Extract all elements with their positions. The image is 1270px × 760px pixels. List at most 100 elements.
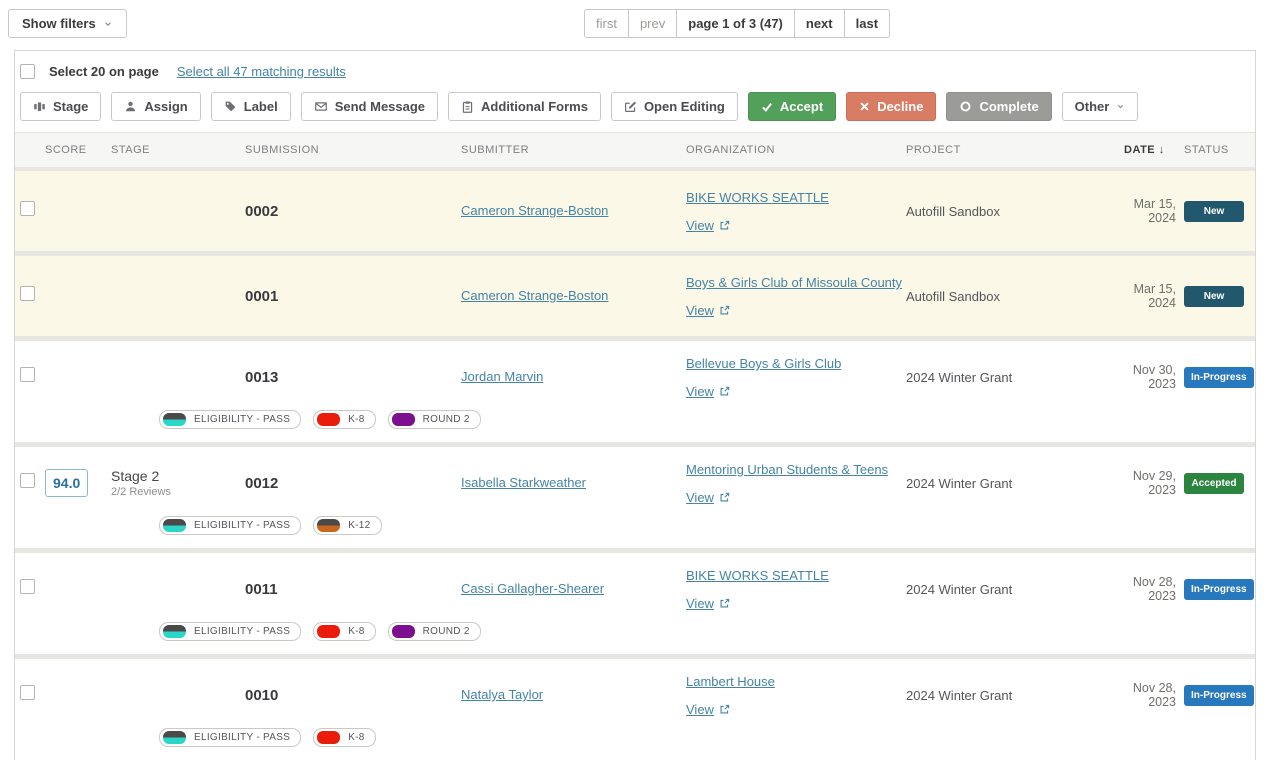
select-all-matching-link[interactable]: Select all 47 matching results <box>177 64 346 79</box>
view-link[interactable]: View <box>686 596 714 611</box>
organization-link[interactable]: BIKE WORKS SEATTLE <box>686 568 829 583</box>
organization-link[interactable]: BIKE WORKS SEATTLE <box>686 190 829 205</box>
header-project[interactable]: PROJECT <box>906 144 1106 156</box>
status-badge: In-Progress <box>1184 367 1254 388</box>
other-button[interactable]: Other <box>1062 92 1139 121</box>
label-text: ELIGIBILITY - PASS <box>194 732 290 743</box>
header-date-label: DATE <box>1124 144 1155 156</box>
table-row[interactable]: 0002 Cameron Strange-Boston BIKE WORKS S… <box>15 171 1255 251</box>
label-chip: K-8 <box>313 622 375 641</box>
table-row[interactable]: 0001 Cameron Strange-Boston Boys & Girls… <box>15 256 1255 336</box>
view-link[interactable]: View <box>686 384 714 399</box>
status-badge: Accepted <box>1184 473 1244 494</box>
show-filters-label: Show filters <box>22 16 96 31</box>
complete-button[interactable]: Complete <box>946 92 1051 121</box>
pagination-last-button[interactable]: last <box>844 9 890 38</box>
organization-link[interactable]: Lambert House <box>686 674 775 689</box>
header-stage[interactable]: STAGE <box>101 144 241 156</box>
x-icon <box>859 101 870 112</box>
header-submitter[interactable]: SUBMITTER <box>461 144 686 156</box>
select-all-on-page-checkbox[interactable] <box>20 64 35 79</box>
project-name: 2024 Winter Grant <box>906 688 1106 703</box>
send-message-button[interactable]: Send Message <box>301 92 438 121</box>
row-checkbox[interactable] <box>20 685 35 700</box>
score-value[interactable]: 94.0 <box>45 469 88 497</box>
stage-name: Stage 2 <box>111 468 241 484</box>
table-row[interactable]: 0011 Cassi Gallagher-Shearer BIKE WORKS … <box>15 553 1255 654</box>
header-date[interactable]: DATE ↓ <box>1106 144 1176 156</box>
date-value: Nov 28, 2023 <box>1106 575 1176 603</box>
label-text: ROUND 2 <box>423 414 470 425</box>
submitter-link[interactable]: Isabella Starkweather <box>461 475 586 490</box>
table-row[interactable]: 0013 Jordan Marvin Bellevue Boys & Girls… <box>15 341 1255 442</box>
date-value: Nov 28, 2023 <box>1106 681 1176 709</box>
pagination-prev-button[interactable]: prev <box>628 9 677 38</box>
row-checkbox[interactable] <box>20 473 35 488</box>
row-checkbox[interactable] <box>20 286 35 301</box>
external-link-icon <box>719 386 730 397</box>
submission-id[interactable]: 0013 <box>241 369 461 386</box>
submitter-link[interactable]: Cameron Strange-Boston <box>461 203 608 218</box>
submission-id[interactable]: 0001 <box>241 288 461 305</box>
header-organization[interactable]: ORGANIZATION <box>686 144 906 156</box>
header-status[interactable]: STATUS <box>1176 144 1255 156</box>
decline-button-label: Decline <box>877 99 923 114</box>
pagination-first-button[interactable]: first <box>584 9 629 38</box>
view-link[interactable]: View <box>686 702 714 717</box>
project-name: 2024 Winter Grant <box>906 370 1106 385</box>
edit-icon <box>624 100 637 113</box>
envelope-icon <box>314 100 328 113</box>
decline-button[interactable]: Decline <box>846 92 936 121</box>
label-color-swatch <box>317 625 340 638</box>
header-submission[interactable]: SUBMISSION <box>241 144 461 156</box>
external-link-icon <box>719 305 730 316</box>
submitter-link[interactable]: Cassi Gallagher-Shearer <box>461 581 604 596</box>
submission-id[interactable]: 0011 <box>241 581 461 598</box>
date-value: Mar 15, 2024 <box>1106 282 1176 310</box>
view-link[interactable]: View <box>686 218 714 233</box>
row-checkbox[interactable] <box>20 201 35 216</box>
top-bar: Show filters first prev page 1 of 3 (47)… <box>0 0 1270 50</box>
submitter-link[interactable]: Natalya Taylor <box>461 687 543 702</box>
accept-button-label: Accept <box>780 99 823 114</box>
label-text: K-8 <box>348 626 364 637</box>
submission-id[interactable]: 0012 <box>241 475 461 492</box>
row-checkbox[interactable] <box>20 367 35 382</box>
organization-link[interactable]: Bellevue Boys & Girls Club <box>686 356 841 371</box>
table-row[interactable]: 94.0 Stage 2 2/2 Reviews 0012 Isabella S… <box>15 447 1255 548</box>
pagination-next-button[interactable]: next <box>794 9 845 38</box>
accept-button[interactable]: Accept <box>748 92 836 121</box>
organization-link[interactable]: Mentoring Urban Students & Teens <box>686 462 888 477</box>
stage-button-label: Stage <box>53 99 88 114</box>
label-color-swatch <box>163 413 186 426</box>
submission-id[interactable]: 0010 <box>241 687 461 704</box>
pagination: first prev page 1 of 3 (47) next last <box>584 9 890 38</box>
label-color-swatch <box>392 625 415 638</box>
external-link-icon <box>719 598 730 609</box>
label-button[interactable]: Label <box>211 92 291 121</box>
status-badge: In-Progress <box>1184 685 1254 706</box>
assign-button-label: Assign <box>144 99 187 114</box>
status-badge: New <box>1184 286 1244 307</box>
open-editing-button[interactable]: Open Editing <box>611 92 738 121</box>
organization-link[interactable]: Boys & Girls Club of Missoula County <box>686 275 902 290</box>
header-score[interactable]: SCORE <box>45 144 101 156</box>
assign-button[interactable]: Assign <box>111 92 200 121</box>
label-text: ELIGIBILITY - PASS <box>194 520 290 531</box>
actions-toolbar: Stage Assign Label Send Message Addition… <box>15 86 1255 132</box>
chevron-down-icon <box>1116 102 1125 111</box>
row-checkbox[interactable] <box>20 579 35 594</box>
label-color-swatch <box>163 731 186 744</box>
additional-forms-button[interactable]: Additional Forms <box>448 92 601 121</box>
show-filters-button[interactable]: Show filters <box>8 9 127 38</box>
table-row[interactable]: 0010 Natalya Taylor Lambert House View 2… <box>15 659 1255 760</box>
stage-button[interactable]: Stage <box>20 92 101 121</box>
label-chip: K-12 <box>313 516 381 535</box>
label-text: ELIGIBILITY - PASS <box>194 414 290 425</box>
submission-id[interactable]: 0002 <box>241 203 461 220</box>
view-link[interactable]: View <box>686 303 714 318</box>
submitter-link[interactable]: Cameron Strange-Boston <box>461 288 608 303</box>
view-link[interactable]: View <box>686 490 714 505</box>
label-color-swatch <box>163 519 186 532</box>
submitter-link[interactable]: Jordan Marvin <box>461 369 543 384</box>
